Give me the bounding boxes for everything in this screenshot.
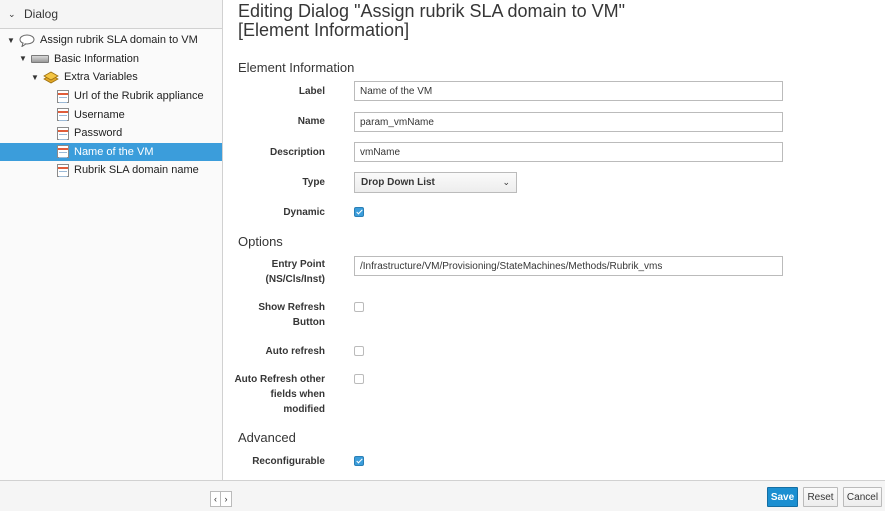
tree-node-label: Basic Information — [54, 52, 139, 65]
dialog-accordion-header[interactable]: ⌄ Dialog — [0, 0, 222, 29]
tree-expand-toggle[interactable]: ▼ — [18, 54, 28, 63]
save-button[interactable]: Save — [767, 487, 798, 507]
sidebar-resize-pager: ‹ › — [210, 491, 232, 507]
tree-node-label: Extra Variables — [64, 71, 138, 84]
section-title-advanced: Advanced — [238, 430, 296, 445]
box-icon — [43, 70, 59, 84]
element-icon — [57, 126, 69, 140]
page-title: Editing Dialog "Assign rubrik SLA domain… — [238, 1, 625, 40]
show-refresh-label-line: Show Refresh — [258, 302, 325, 313]
dialog-bubble-icon — [19, 34, 35, 47]
tree-node-tab[interactable]: ▼ Basic Information — [0, 50, 222, 69]
chevron-down-icon: ⌄ — [8, 8, 16, 19]
show-refresh-field-label: Show Refresh Button — [175, 300, 325, 330]
description-input[interactable] — [354, 142, 783, 162]
auto-refresh-other-label-line: fields when — [270, 389, 325, 400]
tab-icon — [31, 54, 49, 63]
auto-refresh-checkbox[interactable] — [354, 346, 364, 356]
element-icon — [57, 108, 69, 122]
type-select[interactable]: Drop Down List ⌄ — [354, 172, 517, 193]
cancel-button[interactable]: Cancel — [843, 487, 882, 507]
auto-refresh-other-checkbox[interactable] — [354, 374, 364, 384]
tree-node-label: Username — [74, 108, 125, 121]
section-title-options: Options — [238, 234, 283, 249]
tree-expand-toggle[interactable]: ▼ — [6, 36, 16, 45]
footer-toolbar: ‹ › Save Reset Cancel — [0, 480, 885, 511]
auto-refresh-other-label-line: modified — [283, 404, 325, 415]
element-icon — [57, 89, 69, 103]
reset-button[interactable]: Reset — [803, 487, 838, 507]
type-field-label: Type — [302, 177, 325, 188]
entry-point-input[interactable] — [354, 256, 783, 276]
name-field-label: Name — [297, 116, 325, 127]
type-select-value: Drop Down List — [361, 177, 435, 188]
chevron-down-icon: ⌄ — [502, 177, 510, 187]
auto-refresh-field-label: Auto refresh — [265, 346, 325, 357]
expand-right-button[interactable]: › — [221, 491, 232, 507]
tree-node-dialog[interactable]: ▼ Assign rubrik SLA domain to VM — [0, 31, 222, 50]
tree-node-label: Assign rubrik SLA domain to VM — [40, 34, 198, 47]
reconfigurable-checkbox[interactable] — [354, 456, 364, 466]
dynamic-field-label: Dynamic — [283, 207, 325, 218]
label-field-label: Label — [298, 86, 325, 97]
tree-expand-toggle[interactable]: ▼ — [30, 73, 40, 82]
show-refresh-label-line: Button — [292, 317, 325, 328]
description-field-label: Description — [269, 147, 325, 158]
accordion-title: Dialog — [24, 7, 59, 21]
section-title-element-information: Element Information — [238, 60, 355, 75]
element-icon — [57, 145, 69, 159]
entry-point-field-label: Entry Point (NS/Cls/Inst) — [175, 257, 325, 287]
dynamic-checkbox[interactable] — [354, 207, 364, 217]
entry-point-label-line: (NS/Cls/Inst) — [265, 274, 325, 285]
tree-node-label: Name of the VM — [74, 145, 154, 158]
element-editor: Editing Dialog "Assign rubrik SLA domain… — [224, 0, 885, 480]
auto-refresh-other-field-label: Auto Refresh other fields when modified — [175, 372, 325, 417]
auto-refresh-other-label-line: Auto Refresh other — [234, 374, 325, 385]
tree-node-label: Password — [74, 127, 123, 140]
reconfigurable-field-label: Reconfigurable — [252, 456, 325, 467]
element-icon — [57, 163, 69, 177]
dialog-tree-panel: ⌄ Dialog ▼ Assign rubrik SLA domain to V… — [0, 0, 223, 511]
label-input[interactable] — [354, 81, 783, 101]
show-refresh-checkbox[interactable] — [354, 302, 364, 312]
collapse-left-button[interactable]: ‹ — [210, 491, 221, 507]
name-input[interactable] — [354, 112, 783, 132]
entry-point-label-line: Entry Point — [271, 259, 325, 270]
